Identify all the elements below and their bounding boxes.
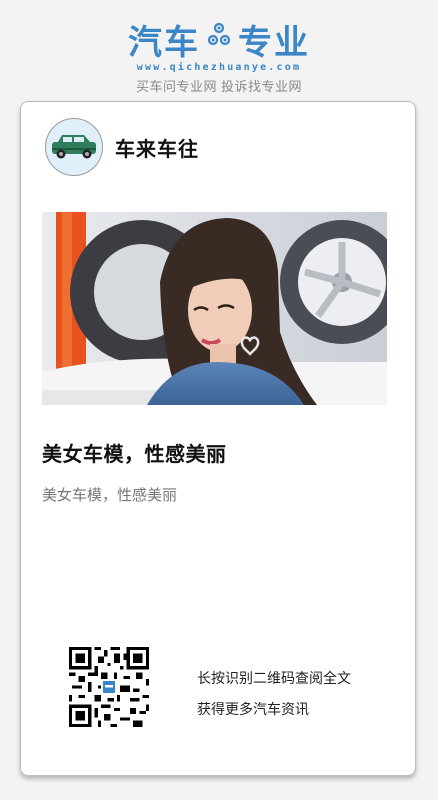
author-info[interactable]: 车来车往 <box>45 118 199 176</box>
article-card: 车来车往 美女车模，性感美丽 美女车模，性感美丽 长按识别二维码查阅全文 获得更… <box>20 101 416 776</box>
logo-text-right: 专业 <box>238 23 310 62</box>
site-logo: 汽车 专业 www.qichezhuanye.com 买车问专业网 投诉找专业网 <box>0 18 438 95</box>
article-summary: 美女车模，性感美丽 <box>42 488 178 504</box>
site-slogan: 买车问专业网 投诉找专业网 <box>135 79 303 94</box>
green-suv-icon <box>52 135 96 159</box>
qr-instructions: 长按识别二维码查阅全文 获得更多汽车资讯 <box>197 664 351 726</box>
qr-code-icon[interactable] <box>69 647 149 727</box>
qr-line-2: 获得更多汽车资讯 <box>197 703 309 718</box>
article-image[interactable] <box>42 212 387 405</box>
article-title[interactable]: 美女车模，性感美丽 <box>42 438 227 467</box>
gears-icon <box>206 20 232 59</box>
logo-title: 汽车 专业 <box>0 18 438 62</box>
photo-icon <box>42 212 387 405</box>
author-name[interactable]: 车来车往 <box>115 133 199 162</box>
qr-line-1: 长按识别二维码查阅全文 <box>197 672 351 687</box>
author-avatar[interactable] <box>45 118 103 176</box>
logo-text-left: 汽车 <box>128 23 200 62</box>
site-url: www.qichezhuanye.com <box>136 62 302 73</box>
